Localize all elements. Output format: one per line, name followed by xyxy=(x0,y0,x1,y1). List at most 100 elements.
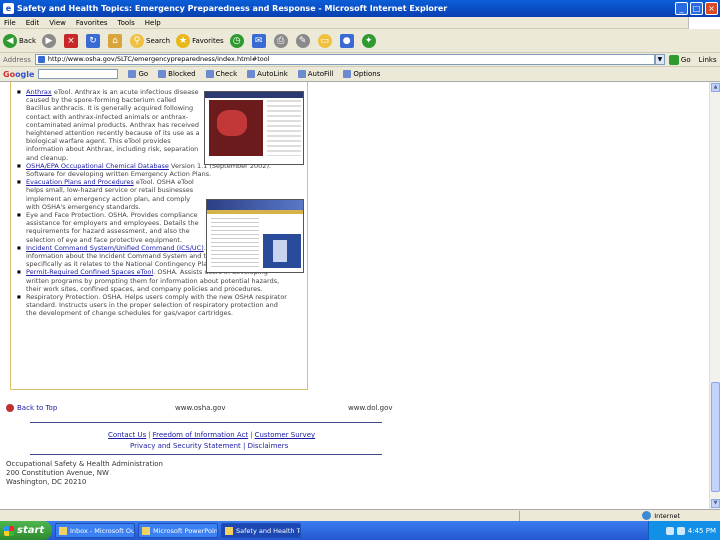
refresh-icon: ↻ xyxy=(86,33,100,48)
edit-icon: ✎ xyxy=(295,33,310,48)
resource-link[interactable]: Anthrax xyxy=(26,88,52,96)
blocked-label: Blocked xyxy=(168,70,196,78)
dol-url-link[interactable]: www.dol.gov xyxy=(348,404,393,412)
research-button[interactable]: ✦ xyxy=(361,33,378,48)
search-button[interactable]: ⚲ Search xyxy=(130,33,171,48)
back-to-top-label: Back to Top xyxy=(17,404,58,412)
address-line: 200 Constitution Avenue, NW xyxy=(6,469,109,477)
stop-button[interactable]: × xyxy=(64,33,80,48)
history-button[interactable]: ◷ xyxy=(229,33,246,48)
tray-icon[interactable] xyxy=(665,526,674,535)
print-button[interactable]: ⎙ xyxy=(273,33,290,48)
autofill-button[interactable]: AutoFill xyxy=(297,70,333,78)
mail-icon: ✉ xyxy=(251,33,266,48)
back-arrow-icon: ◀ xyxy=(3,33,17,48)
scroll-down-button[interactable]: ▼ xyxy=(711,499,720,508)
resource-description: Respiratory Protection. OSHA. Helps user… xyxy=(26,293,287,318)
google-search-input[interactable] xyxy=(38,69,119,79)
resource-link[interactable]: Incident Command System/Unified Command … xyxy=(26,244,204,252)
toolbar: ◀ Back ▶ × ↻ ⌂ ⚲ Search ★ Favorites ◷ ✉ … xyxy=(0,29,720,53)
evacuation-etool-thumbnail[interactable] xyxy=(206,199,304,273)
address-dropdown-button[interactable]: ▼ xyxy=(654,54,665,65)
address-label: Address xyxy=(3,55,31,64)
thumbnail-graphic xyxy=(217,110,247,136)
tray-icon[interactable] xyxy=(676,526,685,535)
popup-blocker-button[interactable]: Blocked xyxy=(158,70,196,78)
status-text xyxy=(0,510,520,521)
ie-icon: e xyxy=(3,3,14,14)
resource-item: Eye and Face Protection. OSHA. Provides … xyxy=(17,211,200,244)
menu-tools[interactable]: Tools xyxy=(118,19,135,27)
footer-divider xyxy=(30,454,382,455)
links-button[interactable]: Links xyxy=(699,56,717,64)
check-icon xyxy=(205,70,214,78)
system-tray: 4:45 PM xyxy=(648,521,720,540)
resource-link[interactable]: Evacuation Plans and Procedures xyxy=(26,178,134,186)
clock: 4:45 PM xyxy=(687,526,716,535)
menu-edit[interactable]: Edit xyxy=(26,19,40,27)
star-icon: ★ xyxy=(176,33,191,48)
anthrax-etool-thumbnail[interactable] xyxy=(204,91,304,165)
menu-file[interactable]: File xyxy=(4,19,16,27)
resource-link[interactable]: OSHA/EPA Occupational Chemical Database xyxy=(26,162,169,170)
thumbnail-nav xyxy=(207,210,303,214)
footer-nav: Back to Top www.osha.gov www.dol.gov xyxy=(0,404,400,416)
back-button[interactable]: ◀ Back xyxy=(3,33,36,48)
maximize-button[interactable]: □ xyxy=(690,2,703,15)
resource-description: eTool. Anthrax is an acute infectious di… xyxy=(26,88,200,162)
home-button[interactable]: ⌂ xyxy=(108,33,124,48)
google-logo[interactable]: Google xyxy=(3,70,34,79)
contact-us-link[interactable]: Contact Us xyxy=(108,431,146,439)
spell-check-button[interactable]: Check xyxy=(205,70,238,78)
resource-link[interactable]: Permit-Required Confined Spaces eTool xyxy=(26,268,153,276)
resource-item: Respiratory Protection. OSHA. Helps user… xyxy=(17,293,290,318)
address-input[interactable]: http://www.osha.gov/SLTC/emergencyprepar… xyxy=(34,54,655,65)
minimize-button[interactable]: _ xyxy=(675,2,688,15)
osha-url-link[interactable]: www.osha.gov xyxy=(175,404,226,412)
taskbar-button[interactable]: Inbox - Microsoft Out... xyxy=(55,523,135,538)
autolink-label: AutoLink xyxy=(257,70,288,78)
vertical-scrollbar[interactable]: ▲ ▼ xyxy=(709,82,720,509)
scroll-thumb[interactable] xyxy=(711,382,720,492)
customer-survey-link[interactable]: Customer Survey xyxy=(255,431,316,439)
close-button[interactable]: × xyxy=(705,2,718,15)
mail-button[interactable]: ✉ xyxy=(251,33,268,48)
menu-view[interactable]: View xyxy=(49,19,66,27)
go-label: Go xyxy=(680,55,691,64)
page-viewport: Anthrax eTool. Anthrax is an acute infec… xyxy=(0,82,709,509)
menu-help[interactable]: Help xyxy=(145,19,161,27)
messenger-button[interactable]: ● xyxy=(339,33,356,48)
address-line: Washington, DC 20210 xyxy=(6,478,87,486)
options-button[interactable]: Options xyxy=(343,70,380,78)
favorites-button[interactable]: ★ Favorites xyxy=(176,33,224,48)
edit-button[interactable]: ✎ xyxy=(295,33,312,48)
refresh-button[interactable]: ↻ xyxy=(86,33,102,48)
discuss-button[interactable]: ▭ xyxy=(317,33,334,48)
autolink-icon xyxy=(247,70,256,78)
taskbar: start Inbox - Microsoft Out... Microsoft … xyxy=(0,521,720,540)
address-line: Occupational Safety & Health Administrat… xyxy=(6,460,163,468)
back-to-top-link[interactable]: Back to Top xyxy=(6,404,57,412)
search-icon: ⚲ xyxy=(130,33,144,48)
menu-favorites[interactable]: Favorites xyxy=(76,19,108,27)
taskbar-button[interactable]: Safety and Health To... xyxy=(221,523,301,538)
privacy-links[interactable]: Privacy and Security Statement | Disclai… xyxy=(130,442,288,450)
taskbar-button[interactable]: Microsoft PowerPoint... xyxy=(138,523,218,538)
start-button[interactable]: start xyxy=(0,521,52,540)
title-bar: e Safety and Health Topics: Emergency Pr… xyxy=(0,0,720,17)
check-label: Check xyxy=(215,70,238,78)
foia-link[interactable]: Freedom of Information Act xyxy=(153,431,249,439)
autofill-icon xyxy=(297,70,306,78)
block-icon xyxy=(158,70,167,78)
go-button[interactable]: Go xyxy=(668,54,691,65)
google-go-label: Go xyxy=(138,70,149,78)
search-label: Search xyxy=(146,36,171,45)
footer-divider xyxy=(30,422,382,423)
scroll-up-button[interactable]: ▲ xyxy=(711,83,720,92)
thumbnail-header xyxy=(207,200,303,210)
resource-item: Evacuation Plans and Procedures eTool. O… xyxy=(17,178,200,211)
autolink-button[interactable]: AutoLink xyxy=(247,70,288,78)
google-go-button[interactable]: Go xyxy=(128,70,148,78)
window-controls: _ □ × xyxy=(675,2,718,15)
forward-button[interactable]: ▶ xyxy=(42,33,58,48)
